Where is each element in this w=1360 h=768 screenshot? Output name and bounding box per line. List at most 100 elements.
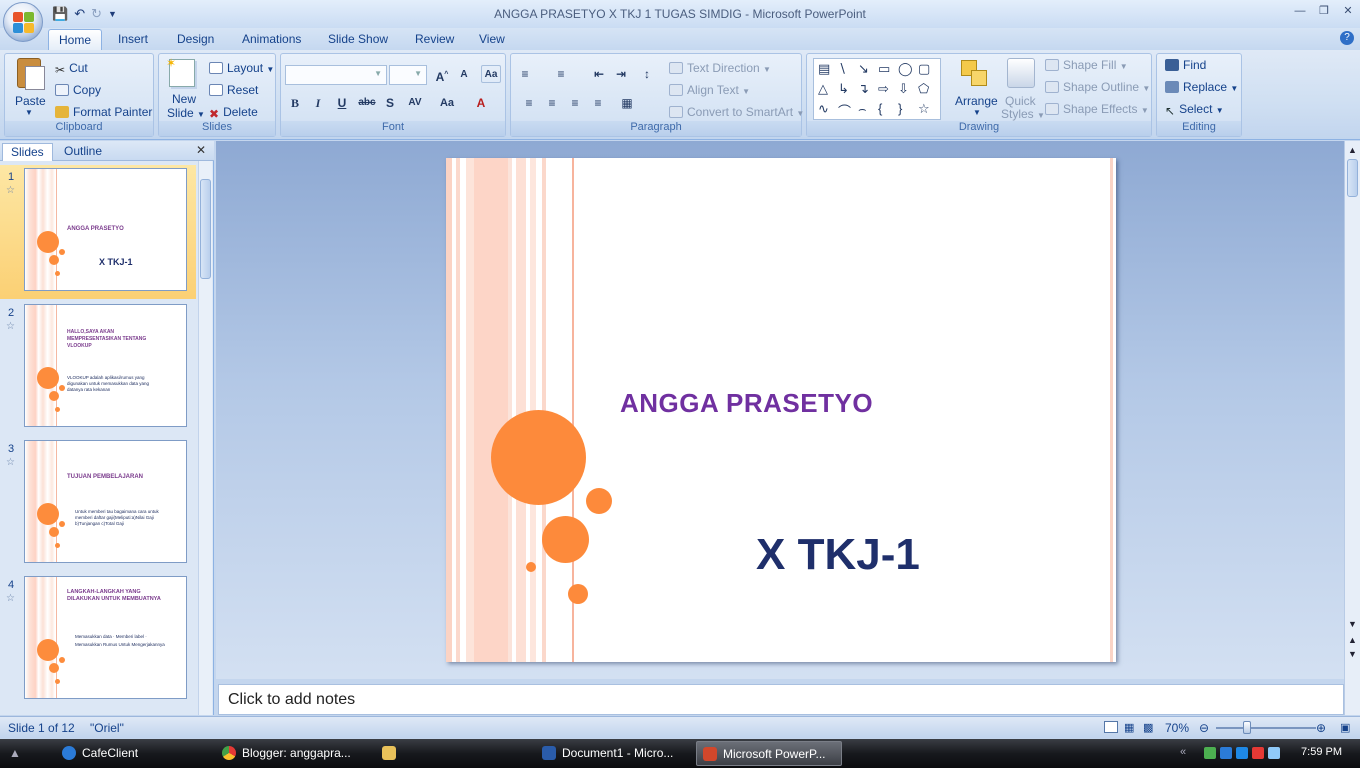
sync-icon[interactable]	[1236, 747, 1248, 759]
tab-home[interactable]: Home	[48, 29, 103, 51]
taskbar-item-powerpoint[interactable]: Microsoft PowerP...	[696, 741, 842, 766]
replace-button[interactable]: Replace ▼	[1165, 80, 1238, 94]
zoom-level[interactable]: 70%	[1165, 721, 1189, 735]
block-arrow-right-icon[interactable]: ⇨	[878, 81, 889, 97]
layout-button[interactable]: Layout ▼	[209, 61, 274, 75]
quick-styles-button[interactable]: Styles ▼	[1001, 107, 1045, 121]
bullets-icon[interactable]: ≡	[515, 65, 535, 83]
decrease-indent-icon[interactable]: ⇤	[589, 65, 609, 83]
tab-slides[interactable]: Slides	[2, 143, 53, 161]
start-button[interactable]: ▲	[0, 739, 30, 768]
italic-icon[interactable]: I	[308, 94, 328, 112]
align-left-icon[interactable]: ≡	[519, 94, 539, 112]
scroll-down-icon[interactable]: ▼	[1348, 619, 1357, 629]
text-direction-button[interactable]: Text Direction ▼	[669, 61, 771, 75]
quick-styles-label-1[interactable]: Quick	[1005, 94, 1036, 108]
tab-insert[interactable]: Insert	[108, 29, 158, 51]
next-slide-icon[interactable]: ▼	[1348, 649, 1357, 659]
align-text-button[interactable]: Align Text ▼	[669, 83, 750, 97]
shape-effects-button[interactable]: Shape Effects ▼	[1045, 102, 1149, 116]
format-painter-button[interactable]: Format Painter	[55, 105, 152, 119]
quick-styles-icon[interactable]	[1007, 58, 1035, 88]
close-icon[interactable]: ✕	[1336, 2, 1360, 20]
slide-thumbnail-3[interactable]: 3 ☆ TUJUAN PEMBELAJARAN Untuk memberi ta…	[0, 437, 196, 571]
justify-icon[interactable]: ≡	[588, 94, 608, 112]
grow-font-icon[interactable]: A^	[432, 66, 452, 84]
new-slide-label-1[interactable]: New	[172, 92, 196, 106]
freeform-shape-icon[interactable]: ⬠	[918, 81, 929, 97]
find-button[interactable]: Find	[1165, 58, 1206, 72]
notes-placeholder[interactable]: Click to add notes	[228, 691, 355, 709]
normal-view-icon[interactable]	[1104, 721, 1118, 733]
antivirus-icon[interactable]	[1252, 747, 1264, 759]
copy-button[interactable]: Copy	[55, 83, 101, 97]
zoom-out-icon[interactable]: ⊖	[1199, 721, 1209, 735]
rounded-rect-shape-icon[interactable]: ▢	[918, 61, 930, 77]
reset-button[interactable]: Reset	[209, 83, 258, 97]
select-button[interactable]: ↖ Select ▼	[1165, 102, 1224, 118]
textbox-shape-icon[interactable]: ▤	[818, 61, 830, 77]
elbow-arrow-icon[interactable]: ↴	[858, 81, 869, 97]
shapes-gallery[interactable]: ▤ ∖ ↘ ▭ ◯ ▢ △ ↳ ↴ ⇨ ⇩ ⬠ ∿ ⌒ ⌢ { } ☆	[813, 58, 941, 120]
align-right-icon[interactable]: ≡	[565, 94, 585, 112]
increase-indent-icon[interactable]: ⇥	[611, 65, 631, 83]
restore-icon[interactable]: ❐	[1312, 2, 1336, 20]
zoom-in-icon[interactable]: ⊕	[1316, 721, 1326, 735]
close-pane-icon[interactable]: ✕	[196, 143, 206, 157]
zoom-slider-handle[interactable]	[1243, 721, 1251, 734]
tab-animations[interactable]: Animations	[232, 29, 311, 51]
font-size-combo[interactable]: ▼	[389, 65, 427, 85]
taskbar-item-explorer[interactable]	[376, 741, 526, 766]
volume-icon[interactable]	[1268, 747, 1280, 759]
current-slide[interactable]: ANGGA PRASETYO X TKJ-1	[446, 158, 1116, 662]
slide-thumbnail-4[interactable]: 4 ☆ LANGKAH-LANGKAH YANG DILAKUKAN UNTUK…	[0, 573, 196, 707]
shrink-font-icon[interactable]: A	[454, 66, 474, 84]
editor-scrollbar[interactable]: ▲ ▼ ▲ ▼	[1344, 141, 1360, 715]
text-shadow-icon[interactable]: S	[380, 94, 400, 112]
tray-app-icon[interactable]	[1204, 747, 1216, 759]
previous-slide-icon[interactable]: ▲	[1348, 635, 1357, 645]
underline-icon[interactable]: U	[332, 94, 352, 112]
line-spacing-icon[interactable]: ↕	[637, 65, 657, 83]
numbering-icon[interactable]: ≡	[551, 65, 571, 83]
network-icon[interactable]	[1220, 747, 1232, 759]
columns-icon[interactable]: ▦	[617, 94, 637, 112]
arc-shape-icon[interactable]: ⌢	[858, 101, 867, 117]
pane-scrollbar[interactable]	[198, 161, 212, 715]
arrow-line-shape-icon[interactable]: ↘	[858, 61, 869, 77]
triangle-shape-icon[interactable]: △	[818, 81, 828, 97]
new-slide-button[interactable]: Slide ▼	[167, 106, 205, 120]
taskbar-item-chrome[interactable]: Blogger: anggapra...	[216, 741, 366, 766]
shape-fill-button[interactable]: Shape Fill ▼	[1045, 58, 1128, 72]
shape-outline-button[interactable]: Shape Outline ▼	[1045, 80, 1150, 94]
scribble-shape-icon[interactable]: ∿	[818, 101, 829, 117]
arrange-dropdown-icon[interactable]: ▼	[973, 108, 981, 117]
bold-icon[interactable]: B	[285, 94, 305, 112]
paste-dropdown-icon[interactable]: ▼	[25, 108, 33, 117]
pane-scroll-thumb[interactable]	[200, 179, 211, 279]
cut-button[interactable]: ✂ Cut	[55, 61, 88, 77]
arrange-icon[interactable]	[959, 58, 989, 88]
editor-scroll-thumb[interactable]	[1347, 159, 1358, 197]
tab-design[interactable]: Design	[167, 29, 224, 51]
star-shape-icon[interactable]: ☆	[918, 101, 930, 117]
show-hidden-icons-icon[interactable]: «	[1180, 746, 1186, 758]
tab-review[interactable]: Review	[405, 29, 464, 51]
minimize-icon[interactable]: —	[1288, 2, 1312, 20]
paste-button[interactable]: Paste	[15, 94, 46, 108]
office-button[interactable]	[3, 2, 43, 42]
oval-shape-icon[interactable]: ◯	[898, 61, 913, 77]
zoom-slider[interactable]	[1216, 727, 1316, 729]
scroll-up-icon[interactable]: ▲	[1348, 145, 1357, 155]
slide-subtitle[interactable]: X TKJ-1	[756, 530, 920, 580]
block-arrow-down-icon[interactable]: ⇩	[898, 81, 909, 97]
align-center-icon[interactable]: ≡	[542, 94, 562, 112]
delete-button[interactable]: ✖ Delete	[209, 105, 258, 121]
taskbar-item-cafeclient[interactable]: CafeClient	[56, 741, 206, 766]
rectangle-shape-icon[interactable]: ▭	[878, 61, 890, 77]
tab-slide-show[interactable]: Slide Show	[318, 29, 398, 51]
slide-show-icon[interactable]: ▩	[1143, 721, 1153, 734]
new-slide-icon[interactable]: ✶	[166, 56, 195, 87]
slide-thumbnail-1[interactable]: 1 ☆ ANGGA PRASETYO X TKJ-1	[0, 165, 196, 299]
help-icon[interactable]: ?	[1340, 31, 1354, 45]
